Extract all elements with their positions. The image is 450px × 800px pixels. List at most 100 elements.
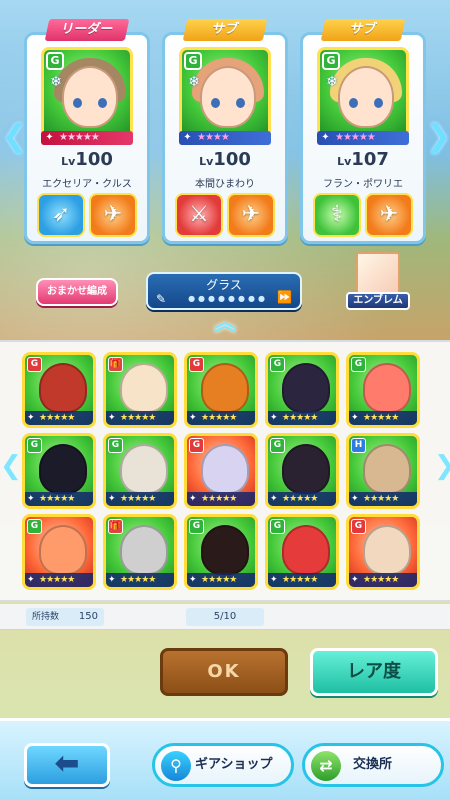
collapse-chevron-icon[interactable]: ︽ — [205, 312, 245, 336]
level-prefix: Lv — [199, 155, 214, 168]
stars-text: ★★★★★ — [201, 494, 237, 504]
unit-slot[interactable]: 🎁 ✦ ★★★★★ — [103, 352, 177, 428]
unit-stars: ✦ ★★★★★ — [187, 492, 255, 506]
unit-slot[interactable]: G ✦ ★★★★★ — [22, 514, 96, 590]
unit-element-badge: G — [270, 438, 285, 453]
ok-button[interactable]: OK — [160, 648, 288, 696]
rarity-sort-button[interactable]: レア度 — [310, 648, 438, 696]
snowflake-icon: ❄ — [50, 74, 62, 90]
unit-slot[interactable]: H ✦ ★★★★★ — [346, 433, 420, 509]
unit-stars: ✦ ★★★★★ — [187, 411, 255, 425]
unit-element-badge: 🎁 — [108, 357, 123, 372]
stars-text: ★★★★★ — [39, 494, 75, 504]
unit-grid: G ✦ ★★★★★ 🎁 ✦ ★★★★★ G ✦ ★★★★★ G ✦ ★★★★★ G ✦ ★★★★★ G ✦ ★★★… — [22, 352, 432, 598]
unit-portrait — [201, 444, 249, 494]
unit-portrait — [363, 363, 411, 413]
level-value: 100 — [213, 149, 251, 170]
stars-text: ★★★★★ — [201, 413, 237, 423]
snowflake-icon: ❄ — [188, 74, 200, 90]
rarity-stars: ✦ ★★★★ — [179, 131, 271, 145]
unit-slot[interactable]: G ✦ ★★★★★ — [265, 433, 339, 509]
party-prev-arrow[interactable]: ❮ — [2, 120, 27, 154]
stars-text: ★★★★ — [197, 132, 230, 143]
gear-slot-1[interactable]: ⚔ — [175, 193, 223, 237]
unit-portrait — [363, 525, 411, 575]
role-label: サブ — [182, 19, 268, 41]
gear-slot-2[interactable]: ✈ — [89, 193, 137, 237]
unit-element-badge: G — [351, 519, 366, 534]
unit-stars: ✦ ★★★★★ — [349, 573, 417, 587]
unit-portrait — [282, 525, 330, 575]
unit-stars: ✦ ★★★★★ — [106, 573, 174, 587]
auto-formation-button[interactable]: おまかせ編成 — [36, 278, 118, 306]
party-card-sub-1[interactable]: サブ G ❄ ✦ ★★★★ Lv100 本間ひまわり ⚔ ✈ — [162, 19, 288, 244]
level-display: Lv100 — [165, 149, 285, 170]
unit-element-badge: G — [270, 357, 285, 372]
unit-stars: ✦ ★★★★★ — [268, 573, 336, 587]
stars-text: ★★★★★ — [282, 575, 318, 585]
weapon-type-icon: ✦ — [270, 413, 277, 423]
party-next-arrow[interactable]: ❯ — [426, 120, 450, 154]
exchange-button[interactable]: ⇄ 交換所 — [302, 743, 444, 787]
weapon-type-icon: ✦ — [189, 413, 196, 423]
filter-page-dots: ●●●●●●●● — [188, 294, 268, 303]
party-card-leader[interactable]: リーダー G ❄ ✦ ★★★★★ Lv100 エクセリア・クルス ➶ ✈ — [24, 19, 150, 244]
fast-forward-icon[interactable]: ⏩ — [277, 290, 292, 304]
weapon-type-icon: ✦ — [351, 413, 358, 423]
back-button[interactable]: ⬅ — [24, 743, 110, 787]
unit-slot[interactable]: G ✦ ★★★★★ — [22, 352, 96, 428]
role-label: サブ — [320, 19, 406, 41]
weapon-type-icon: ✦ — [189, 494, 196, 504]
unit-portrait — [39, 444, 87, 494]
wing-icon: ✈ — [379, 202, 399, 227]
weapon-type-icon: ✦ — [270, 494, 277, 504]
unit-slot[interactable]: G ✦ ★★★★★ — [346, 352, 420, 428]
weapon-type-icon: ✦ — [108, 575, 115, 585]
unit-slot[interactable]: G ✦ ★★★★★ — [184, 433, 258, 509]
unit-slot[interactable]: G ✦ ★★★★★ — [346, 514, 420, 590]
pencil-icon: ✎ — [156, 292, 167, 306]
unit-portrait — [39, 525, 87, 575]
unit-slot[interactable]: G ✦ ★★★★★ — [265, 514, 339, 590]
unit-slot[interactable]: G ✦ ★★★★★ — [184, 514, 258, 590]
unit-portrait — [282, 363, 330, 413]
unit-portrait — [39, 363, 87, 413]
unit-element-badge: G — [108, 438, 123, 453]
stars-text: ★★★★★ — [363, 494, 399, 504]
unit-slot[interactable]: 🎁 ✦ ★★★★★ — [103, 514, 177, 590]
stars-text: ★★★★★ — [120, 494, 156, 504]
gear-slot-2[interactable]: ✈ — [227, 193, 275, 237]
gear-shop-button[interactable]: ⚲ ギアショップ — [152, 743, 294, 787]
unit-stars: ✦ ★★★★★ — [25, 573, 93, 587]
exchange-label: 交換所 — [353, 757, 393, 772]
stars-text: ★★★★★ — [201, 575, 237, 585]
unit-slot[interactable]: G ✦ ★★★★★ — [184, 352, 258, 428]
back-arrow-icon: ⬅ — [54, 746, 80, 781]
emblem-label[interactable]: エンブレム — [346, 292, 410, 310]
gear-slot-1[interactable]: ➶ — [37, 193, 85, 237]
unit-element-badge: H — [351, 438, 366, 453]
unit-portrait — [201, 363, 249, 413]
character-portrait: G ❄ — [41, 47, 133, 139]
party-card-sub-2[interactable]: サブ G ❄ ✦ ★★★★★ Lv107 フラン・ポワリエ ⚕ ✈ — [300, 19, 426, 244]
unit-slot[interactable]: G ✦ ★★★★★ — [103, 433, 177, 509]
inventory-next-arrow[interactable]: ❯ — [434, 446, 450, 486]
character-portrait: G ❄ — [179, 47, 271, 139]
unit-stars: ✦ ★★★★★ — [349, 411, 417, 425]
role-label: リーダー — [44, 19, 130, 41]
character-eyes — [73, 98, 107, 108]
inventory-prev-arrow[interactable]: ❮ — [0, 446, 22, 486]
unit-stars: ✦ ★★★★★ — [268, 492, 336, 506]
weapon-type-icon: ✦ — [189, 575, 196, 585]
unit-slot[interactable]: G ✦ ★★★★★ — [22, 433, 96, 509]
gear-slot-1[interactable]: ⚕ — [313, 193, 361, 237]
unit-slot[interactable]: G ✦ ★★★★★ — [265, 352, 339, 428]
gear-slot-2[interactable]: ✈ — [365, 193, 413, 237]
element-badge: G — [322, 52, 340, 70]
stars-text: ★★★★★ — [120, 413, 156, 423]
snowflake-icon: ❄ — [326, 74, 338, 90]
character-name: エクセリア・クルス — [42, 179, 132, 190]
unit-element-badge: G — [270, 519, 285, 534]
element-filter-selector[interactable]: グラス ✎ ●●●●●●●● ⏩ — [146, 272, 302, 310]
stars-text: ★★★★★ — [282, 413, 318, 423]
